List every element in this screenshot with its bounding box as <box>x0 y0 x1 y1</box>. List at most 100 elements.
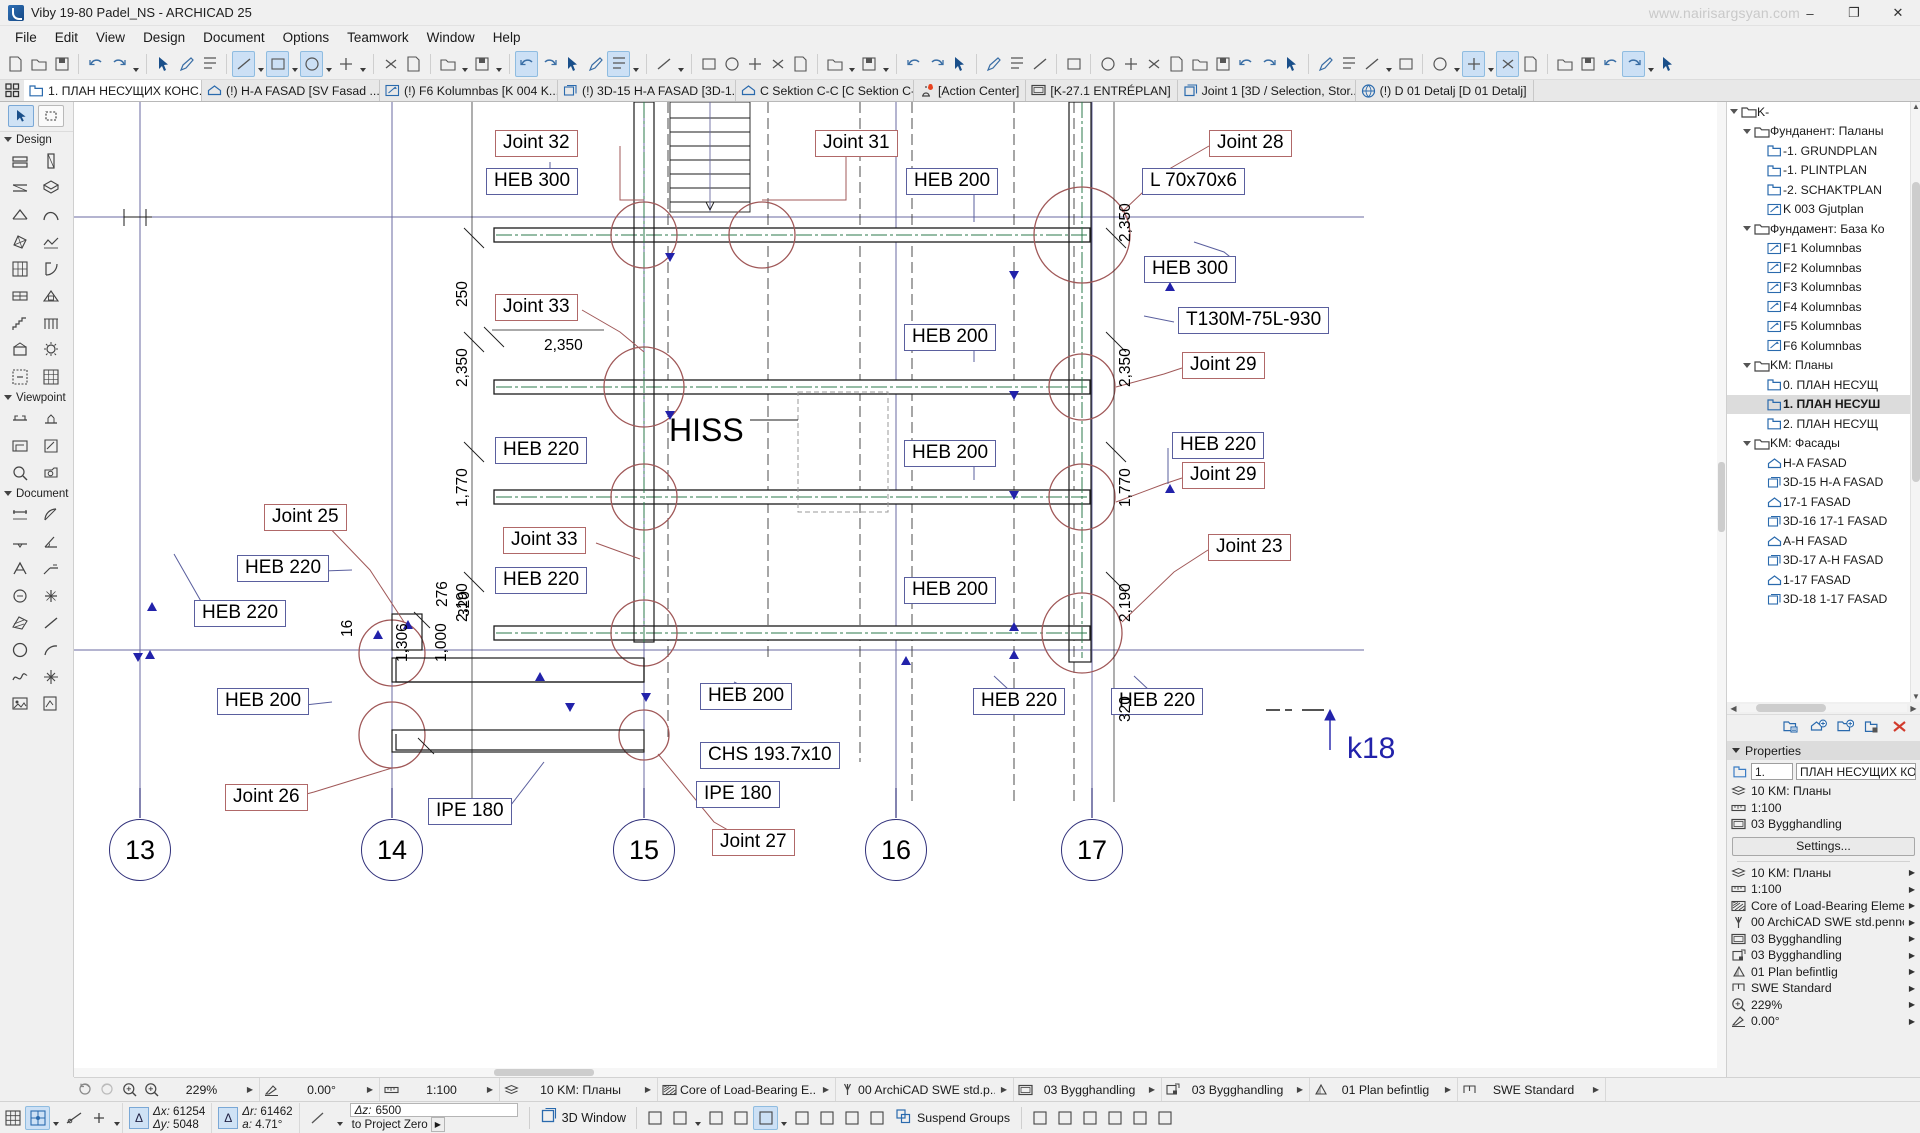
toolbar-ellipse-icon[interactable] <box>652 51 675 77</box>
toolbar-hotspot-icon[interactable] <box>334 51 357 77</box>
tab-1[interactable]: (!) H-A FASAD [SV Fasad ... <box>202 80 380 101</box>
joint-label[interactable]: Joint 31 <box>815 130 898 157</box>
axon-icon[interactable] <box>642 1106 667 1130</box>
toolbar-num12-icon[interactable] <box>538 51 561 77</box>
member-label[interactable]: HEB 220 <box>194 600 287 627</box>
status-field[interactable]: Core of Load-Bearing E... ▶ <box>658 1078 836 1101</box>
line-icon[interactable] <box>37 610 65 635</box>
tree-item[interactable]: 3D-17 A-H FASAD <box>1727 551 1920 571</box>
property-row[interactable]: 10 KM: Планы ▶ <box>1727 865 1920 882</box>
toolbar-open-doc-icon[interactable] <box>27 51 50 77</box>
joint-label[interactable]: Joint 27 <box>712 829 795 856</box>
member-label[interactable]: IPE 180 <box>696 781 780 808</box>
menu-document[interactable]: Document <box>194 28 274 47</box>
toolbar-level-dropdown-caret[interactable] <box>289 51 300 77</box>
marquee3d-icon[interactable] <box>753 1105 779 1130</box>
morph-icon[interactable] <box>6 229 34 254</box>
text-icon[interactable] <box>6 556 34 581</box>
canvas-horizontal-scrollbar[interactable] <box>74 1068 1726 1077</box>
dimension-text[interactable]: 1,306 <box>394 623 412 662</box>
status-field[interactable]: 229% ▶ <box>140 1078 260 1101</box>
toolbar-s2-icon[interactable] <box>1337 51 1360 77</box>
tree-twisty-icon[interactable] <box>1740 362 1753 368</box>
tree-item[interactable]: F2 Kolumnbas <box>1727 258 1920 278</box>
tree-item[interactable]: -2. SCHAKTPLAN <box>1727 180 1920 200</box>
section-tool-icon[interactable] <box>6 406 34 431</box>
tree-vertical-scrollbar[interactable]: ▲ ▼ <box>1910 102 1920 702</box>
section3d-icon[interactable] <box>814 1106 839 1130</box>
toolbar-r6-icon[interactable] <box>1211 51 1234 77</box>
arrow-select-icon[interactable] <box>8 105 34 127</box>
toolbar-u1-icon[interactable] <box>1428 51 1451 77</box>
toolbar-r1-icon[interactable] <box>1096 51 1119 77</box>
fill-icon[interactable] <box>6 610 34 635</box>
lock-icon[interactable] <box>1077 1106 1102 1130</box>
dimension-text[interactable]: 2,350 <box>454 348 472 387</box>
toolbar-v4-icon[interactable] <box>1622 50 1645 77</box>
menu-file[interactable]: File <box>6 28 46 47</box>
tree-item[interactable]: Фунданент: Паланы <box>1727 122 1920 142</box>
tree-item[interactable]: A-H FASAD <box>1727 531 1920 551</box>
tree-item[interactable]: H-A FASAD <box>1727 453 1920 473</box>
tree-item[interactable]: 1. ПЛАН НЕСУШ <box>1727 394 1920 414</box>
delete-icon[interactable] <box>1891 719 1908 737</box>
property-row[interactable]: 1:100 <box>1727 800 1920 817</box>
ungroup-icon[interactable] <box>1052 1106 1077 1130</box>
toolbar-r2-icon[interactable] <box>1119 51 1142 77</box>
tree-item[interactable]: 17-1 FASAD <box>1727 492 1920 512</box>
toolbar-r7-icon[interactable] <box>1234 51 1257 77</box>
toolbar-arrow-icon[interactable] <box>152 51 175 77</box>
toolbar-pen2-icon[interactable] <box>607 50 630 77</box>
dimension-text[interactable]: 1,770 <box>1117 468 1135 507</box>
elevation-tool-icon[interactable] <box>37 406 65 431</box>
tree-item[interactable]: -1. PLINTPLAN <box>1727 161 1920 181</box>
settings-button[interactable]: Settings... <box>1732 836 1915 856</box>
property-row[interactable]: 03 Bygghandling ▶ <box>1727 947 1920 964</box>
joint-label[interactable]: Joint 29 <box>1182 352 1265 379</box>
toolbar-s4-icon[interactable] <box>1394 51 1417 77</box>
property-row[interactable]: 1:100 ▶ <box>1727 881 1920 898</box>
tree-item[interactable]: F5 Kolumnbas <box>1727 317 1920 337</box>
toolbar-win1-icon[interactable] <box>823 51 846 77</box>
coordinate-mode-icon[interactable]: Δ <box>129 1106 149 1129</box>
tree-item[interactable]: F4 Kolumnbas <box>1727 297 1920 317</box>
property-row[interactable]: Core of Load-Bearing Element... ▶ <box>1727 898 1920 915</box>
slab-icon[interactable] <box>37 175 65 200</box>
toolbar-minus-icon[interactable] <box>789 51 812 77</box>
toolbar-level-icon[interactable] <box>266 50 289 77</box>
tree-item[interactable]: 0. ПЛАН НЕСУЩ <box>1727 375 1920 395</box>
joint-label[interactable]: Joint 28 <box>1209 130 1292 157</box>
grid-element-icon[interactable] <box>37 364 65 389</box>
member-label[interactable]: HEB 220 <box>1172 432 1265 459</box>
status-field[interactable]: 03 Bygghandling ▶ <box>1014 1078 1162 1101</box>
tab-7[interactable]: Joint 1 [3D / Selection, Stor... <box>1177 80 1356 101</box>
tab-3[interactable]: (!) 3D-15 H-A FASAD [3D-1... <box>558 80 736 101</box>
status-field[interactable]: 10 KM: Планы ▶ <box>500 1078 658 1101</box>
coordinate-box[interactable]: Δ Δr: 61462 a: 4.71° <box>211 1102 298 1133</box>
shell-icon[interactable] <box>37 202 65 227</box>
coordinate-mode-icon[interactable]: Δ <box>218 1106 239 1129</box>
interior-elev-icon[interactable] <box>6 433 34 458</box>
status-field-dropdown[interactable]: ▶ <box>1439 1085 1457 1094</box>
toolbar-stair2-icon[interactable] <box>743 51 766 77</box>
status-field-dropdown[interactable]: ▶ <box>995 1085 1013 1094</box>
dimension-text[interactable]: 2,350 <box>1117 348 1135 387</box>
toolbar-v4-dropdown-caret[interactable] <box>1645 51 1656 77</box>
status-field[interactable]: 1:100 ▶ <box>380 1078 500 1101</box>
palette-section-viewpoint[interactable]: Viewpoint <box>0 390 73 405</box>
property-row[interactable]: 229% ▶ <box>1727 997 1920 1014</box>
menu-edit[interactable]: Edit <box>46 28 87 47</box>
tree-item[interactable]: 2. ПЛАН НЕСУЩ <box>1727 414 1920 434</box>
window-icon[interactable] <box>6 283 34 308</box>
toolbar-win2-dropdown-caret[interactable] <box>880 51 891 77</box>
member-label[interactable]: HEB 300 <box>486 168 579 195</box>
toolbar-r8-icon[interactable] <box>1257 51 1280 77</box>
label-icon[interactable] <box>37 556 65 581</box>
toolbar-pen2-dropdown-caret[interactable] <box>630 51 641 77</box>
toolbar-q3-icon[interactable] <box>1028 51 1051 77</box>
filter-icon[interactable] <box>703 1106 728 1130</box>
project-tree[interactable]: K- Фунданент: Паланы -1. GRUNDPLAN -1. PLIN… <box>1727 102 1920 702</box>
align-icon[interactable] <box>1127 1106 1152 1130</box>
toolbar-copy-dropdown-caret[interactable] <box>459 51 470 77</box>
3d-window-button[interactable]: 3D Window <box>535 1107 631 1128</box>
